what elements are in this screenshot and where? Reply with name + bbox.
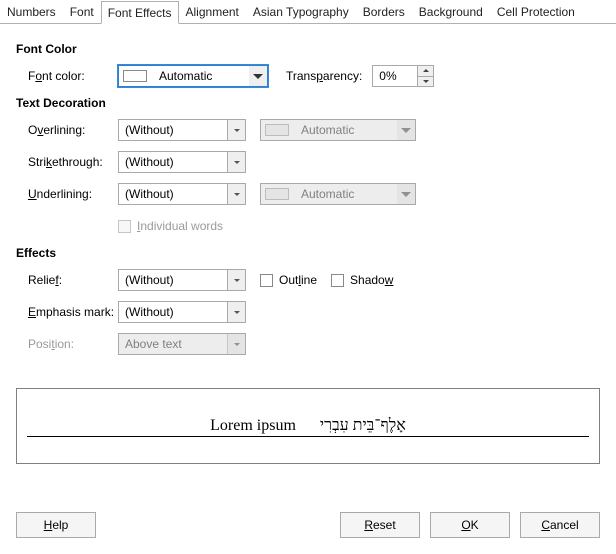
emphasis-dropdown[interactable]: (Without)	[118, 301, 246, 323]
font-preview: Lorem ipsum אָלֶף־בֵּית עִבְרִי	[16, 388, 600, 464]
font-color-label: Font color:	[16, 69, 118, 83]
section-text-decoration: Text Decoration	[16, 96, 600, 110]
tab-font-effects[interactable]: Font Effects	[101, 1, 179, 24]
section-effects: Effects	[16, 246, 600, 260]
tab-borders[interactable]: Borders	[356, 0, 412, 23]
chevron-down-icon	[227, 152, 245, 172]
chevron-down-icon	[227, 334, 245, 354]
font-color-swatch	[123, 70, 147, 82]
tab-alignment[interactable]: Alignment	[179, 0, 246, 23]
overlining-color-dropdown: Automatic	[260, 119, 416, 141]
chevron-down-icon	[227, 184, 245, 204]
section-font-color: Font Color	[16, 42, 600, 56]
transparency-spinner[interactable]	[372, 65, 434, 87]
individual-words-checkbox: Individual words	[118, 219, 223, 233]
checkbox-icon	[118, 220, 131, 233]
chevron-down-icon	[249, 66, 267, 86]
emphasis-label: Emphasis mark:	[16, 305, 118, 319]
checkbox-icon	[260, 274, 273, 287]
chevron-down-icon	[227, 270, 245, 290]
font-color-value: Automatic	[153, 69, 249, 83]
chevron-down-icon	[397, 184, 415, 204]
spinner-up-icon[interactable]	[418, 66, 433, 77]
checkbox-icon	[331, 274, 344, 287]
preview-hebrew: אָלֶף־בֵּית עִבְרִי	[320, 417, 406, 435]
tab-background[interactable]: Background	[412, 0, 490, 23]
help-button[interactable]: Help	[16, 512, 96, 538]
tab-bar: Numbers Font Font Effects Alignment Asia…	[0, 0, 616, 24]
transparency-input[interactable]	[373, 66, 417, 86]
spinner-down-icon[interactable]	[418, 77, 433, 87]
relief-label: Relief:	[16, 273, 118, 287]
outline-checkbox[interactable]: Outline	[260, 273, 317, 287]
tab-asian-typography[interactable]: Asian Typography	[246, 0, 356, 23]
overlining-dropdown[interactable]: (Without)	[118, 119, 246, 141]
preview-baseline	[27, 436, 589, 437]
reset-button[interactable]: Reset	[340, 512, 420, 538]
tab-numbers[interactable]: Numbers	[0, 0, 63, 23]
tab-font[interactable]: Font	[63, 0, 101, 23]
chevron-down-icon	[397, 120, 415, 140]
relief-dropdown[interactable]: (Without)	[118, 269, 246, 291]
position-dropdown: Above text	[118, 333, 246, 355]
underlining-color-swatch	[265, 188, 289, 200]
tab-cell-protection[interactable]: Cell Protection	[490, 0, 582, 23]
chevron-down-icon	[227, 302, 245, 322]
strikethrough-dropdown[interactable]: (Without)	[118, 151, 246, 173]
position-label: Position:	[16, 337, 118, 351]
underlining-dropdown[interactable]: (Without)	[118, 183, 246, 205]
cancel-button[interactable]: Cancel	[520, 512, 600, 538]
shadow-checkbox[interactable]: Shadow	[331, 273, 393, 287]
transparency-label: Transparency:	[286, 69, 362, 83]
strikethrough-label: Strikethrough:	[16, 155, 118, 169]
overlining-label: Overlining:	[16, 123, 118, 137]
individual-words-label: Individual words	[137, 219, 223, 233]
shadow-label: Shadow	[350, 273, 393, 287]
underlining-color-dropdown: Automatic	[260, 183, 416, 205]
outline-label: Outline	[279, 273, 317, 287]
chevron-down-icon	[227, 120, 245, 140]
ok-button[interactable]: OK	[430, 512, 510, 538]
underlining-label: Underlining:	[16, 187, 118, 201]
preview-latin: Lorem ipsum	[210, 417, 296, 435]
font-color-dropdown[interactable]: Automatic	[118, 65, 268, 87]
overlining-color-swatch	[265, 124, 289, 136]
